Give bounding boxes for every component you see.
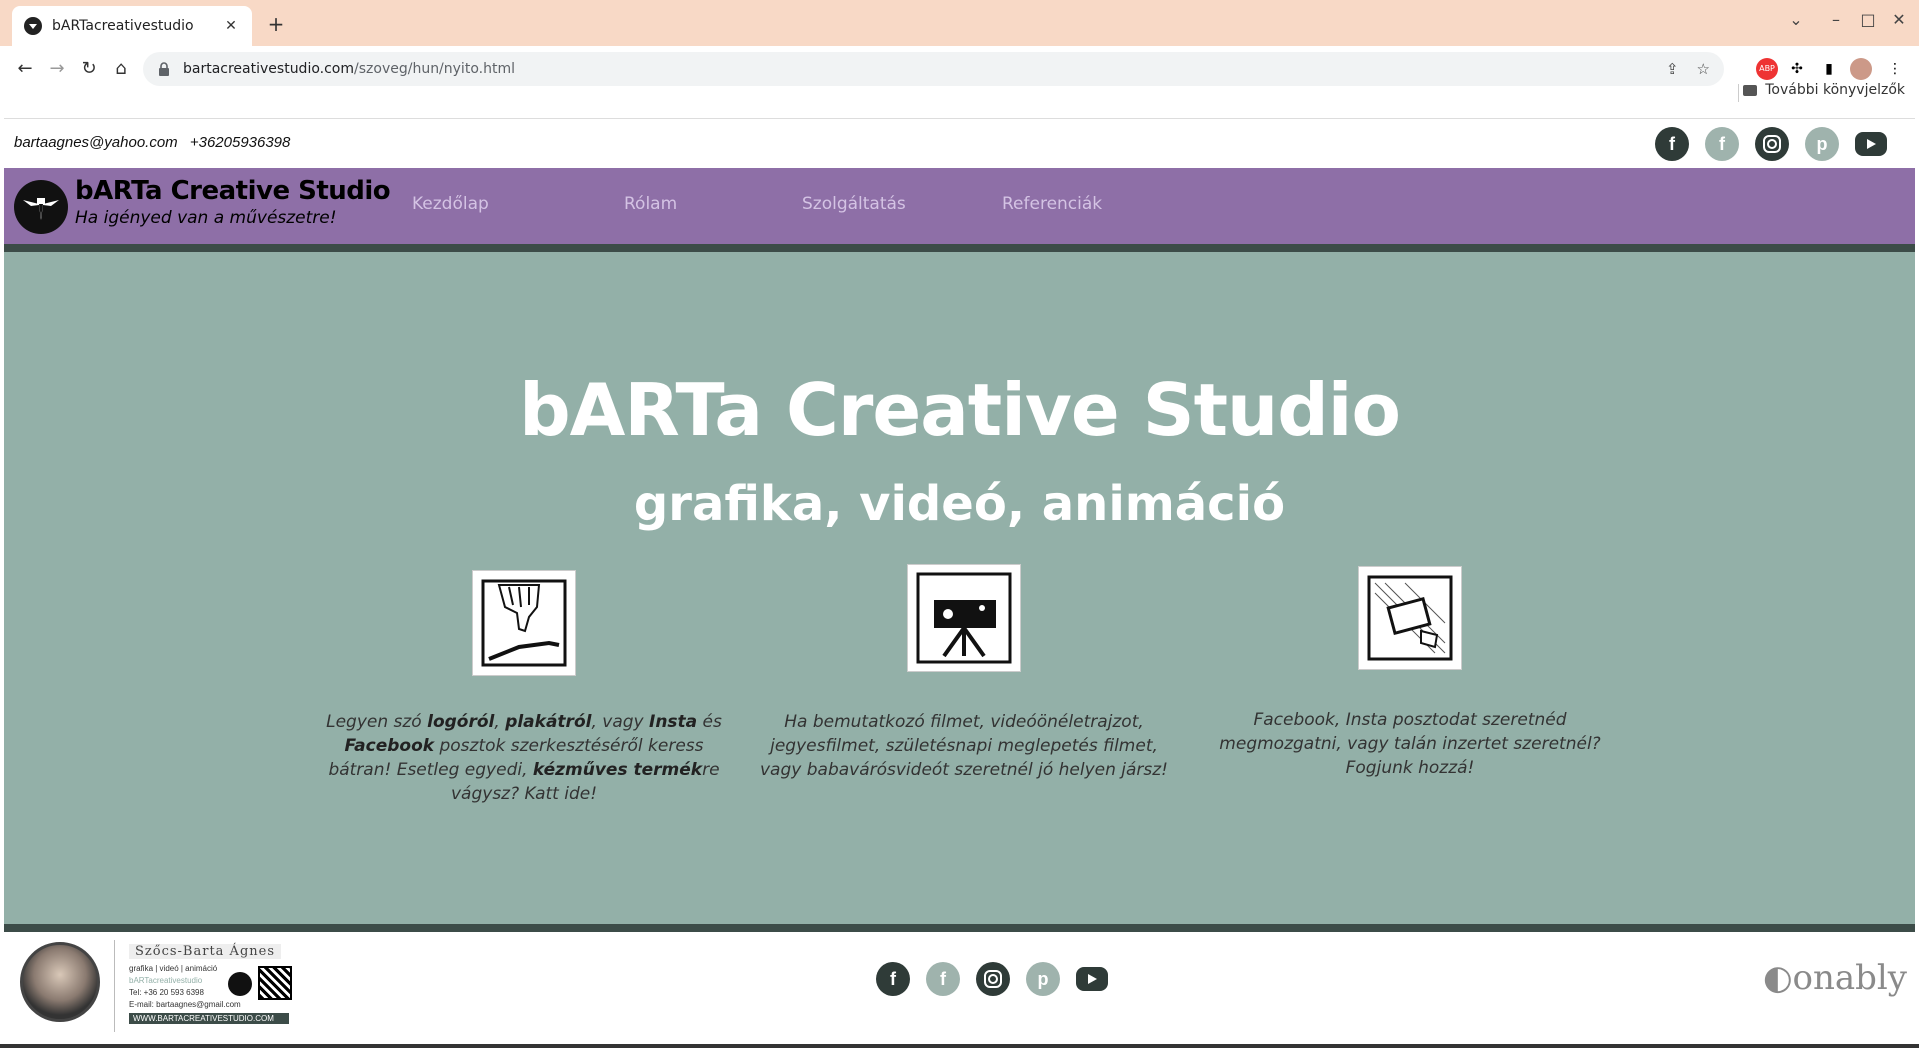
bottom-border: [0, 1044, 1919, 1048]
nav-link-referenciak[interactable]: Referenciák: [1002, 194, 1102, 214]
card-logo-icon: [228, 972, 252, 996]
qr-code-icon: [258, 966, 292, 1000]
brand-subtitle: Ha igényed van a művészetre!: [75, 208, 337, 228]
brand[interactable]: bARTa Creative Studio Ha igényed van a m…: [75, 176, 391, 228]
web-page: bartaagnes@yahoo.com +36205936398 f f p …: [0, 118, 1919, 1048]
facebook-icon[interactable]: f: [876, 962, 910, 996]
url-host: bartacreativestudio.com: [183, 61, 355, 77]
instagram-icon[interactable]: [976, 962, 1010, 996]
reload-button[interactable]: ↻: [74, 54, 104, 84]
facebook-icon[interactable]: f: [1705, 127, 1739, 161]
service-video[interactable]: Ha bemutatkozó filmet, videóönéletrajzot…: [754, 564, 1174, 782]
studio-logo[interactable]: [14, 180, 68, 234]
onably-text: onably: [1792, 958, 1907, 998]
browser-toolbar: ← → ↻ ⌂ bartacreativestudio.com/szoveg/h…: [0, 46, 1919, 118]
back-button[interactable]: ←: [10, 54, 40, 84]
contact-email[interactable]: bartaagnes@yahoo.com: [14, 134, 178, 151]
social-links-footer: f f p: [876, 962, 1108, 996]
business-card: Szőcs-Barta Ágnes grafika | videó | anim…: [114, 940, 294, 1032]
bookmarks-divider: [1738, 84, 1739, 102]
nav-link-szolgaltatas[interactable]: Szolgáltatás: [802, 194, 906, 214]
footer: Szőcs-Barta Ágnes grafika | videó | anim…: [4, 932, 1915, 1044]
graphics-sketch-image[interactable]: [472, 570, 576, 676]
new-tab-button[interactable]: +: [264, 12, 288, 36]
nav-link-kezdolap[interactable]: Kezdőlap: [412, 194, 489, 214]
minimize-button[interactable]: –: [1826, 10, 1846, 29]
profile-avatar[interactable]: [1850, 58, 1872, 80]
wings-logo-icon: [23, 198, 59, 220]
other-bookmarks-label: További könyvjelzők: [1765, 82, 1905, 98]
tab-close-icon[interactable]: ✕: [222, 18, 240, 34]
onably-logo[interactable]: ◐onably: [1763, 958, 1907, 998]
brand-title: bARTa Creative Studio: [75, 176, 391, 206]
pinterest-icon[interactable]: p: [1805, 127, 1839, 161]
service-animation[interactable]: Facebook, Insta posztodat szeretnéd megm…: [1200, 566, 1620, 780]
hero-title: bARTa Creative Studio: [519, 368, 1401, 452]
navbar-stripe: [4, 244, 1915, 252]
card-url: WWW.BARTACREATIVESTUDIO.COM: [129, 1013, 289, 1024]
onably-swirl-icon: ◐: [1762, 958, 1793, 998]
service-graphics[interactable]: Legyen szó logóról, plakátról, vagy Inst…: [314, 570, 734, 806]
main-navbar: bARTa Creative Studio Ha igényed van a m…: [4, 168, 1915, 244]
social-links-top: f f p: [1655, 127, 1887, 161]
site-favicon-icon: [24, 17, 42, 35]
hero-subtitle: grafika, videó, animáció: [633, 476, 1286, 532]
forward-button[interactable]: →: [42, 54, 72, 84]
bookmark-star-icon[interactable]: ☆: [1697, 60, 1710, 78]
pinterest-icon[interactable]: p: [1026, 962, 1060, 996]
contact-info: bartaagnes@yahoo.com +36205936398: [14, 134, 298, 151]
home-button[interactable]: ⌂: [106, 54, 136, 84]
nav-link-rolam[interactable]: Rólam: [624, 194, 677, 214]
facebook-icon[interactable]: f: [1655, 127, 1689, 161]
animation-sketch-image[interactable]: [1358, 566, 1462, 670]
contact-phone[interactable]: +36205936398: [190, 134, 291, 151]
maximize-button[interactable]: □: [1858, 10, 1878, 29]
contact-bar: bartaagnes@yahoo.com +36205936398 f f p: [4, 118, 1915, 168]
close-window-button[interactable]: ✕: [1889, 10, 1909, 29]
adblock-extension-icon[interactable]: ABP: [1756, 58, 1778, 80]
share-icon[interactable]: ⇪: [1666, 60, 1679, 78]
hero-section: bARTa Creative Studio grafika, videó, an…: [4, 252, 1915, 924]
video-camera-sketch-image[interactable]: [907, 564, 1021, 672]
side-panel-icon[interactable]: ▮: [1818, 58, 1840, 80]
tab-title: bARTacreativestudio: [52, 18, 194, 34]
url-path: /szoveg/hun/nyito.html: [354, 61, 515, 77]
browser-menu-icon[interactable]: ⋮: [1884, 58, 1906, 80]
footer-stripe: [4, 924, 1915, 932]
tab-search-icon[interactable]: ⌄: [1786, 10, 1806, 29]
service-animation-text: Facebook, Insta posztodat szeretnéd megm…: [1219, 710, 1601, 778]
youtube-icon[interactable]: [1076, 967, 1108, 991]
facebook-icon[interactable]: f: [926, 962, 960, 996]
instagram-icon[interactable]: [1755, 127, 1789, 161]
lock-icon: [159, 62, 169, 76]
browser-tab[interactable]: bARTacreativestudio ✕: [12, 6, 252, 46]
card-name: Szőcs-Barta Ágnes: [129, 944, 281, 959]
youtube-icon[interactable]: [1855, 132, 1887, 156]
author-avatar: [20, 942, 100, 1022]
address-bar[interactable]: bartacreativestudio.com/szoveg/hun/nyito…: [143, 52, 1724, 86]
service-graphics-text: Legyen szó logóról, plakátról, vagy Inst…: [326, 712, 722, 804]
service-video-text: Ha bemutatkozó filmet, videóönéletrajzot…: [760, 712, 1168, 780]
other-bookmarks[interactable]: További könyvjelzők: [1743, 82, 1905, 98]
browser-tabbar: bARTacreativestudio ✕ + ⌄ – □ ✕: [0, 0, 1919, 46]
folder-icon: [1743, 84, 1758, 96]
extensions-puzzle-icon[interactable]: ✣: [1786, 58, 1808, 80]
card-email: E-mail: bartaagnes@gmail.com: [129, 1000, 241, 1009]
